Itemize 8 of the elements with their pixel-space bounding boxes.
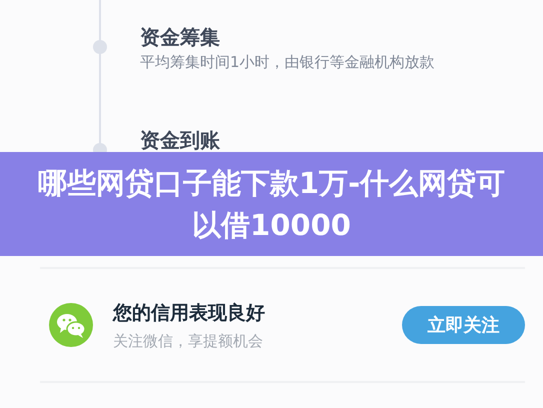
banner-title: 哪些网贷口子能下款1万-什么网贷可以借10000 — [36, 165, 506, 244]
promo-subtitle: 关注微信，享提额机会 — [113, 332, 264, 350]
promo-title: 您的信用表现良好 — [113, 300, 266, 326]
chat-icon — [49, 303, 93, 347]
follow-button[interactable]: 立即关注 — [402, 306, 525, 344]
step-description: 平均筹集时间1小时，由银行等金融机构放款 — [140, 52, 436, 73]
step-title: 资金到账 — [140, 127, 221, 154]
step-title: 资金筹集 — [140, 24, 221, 51]
